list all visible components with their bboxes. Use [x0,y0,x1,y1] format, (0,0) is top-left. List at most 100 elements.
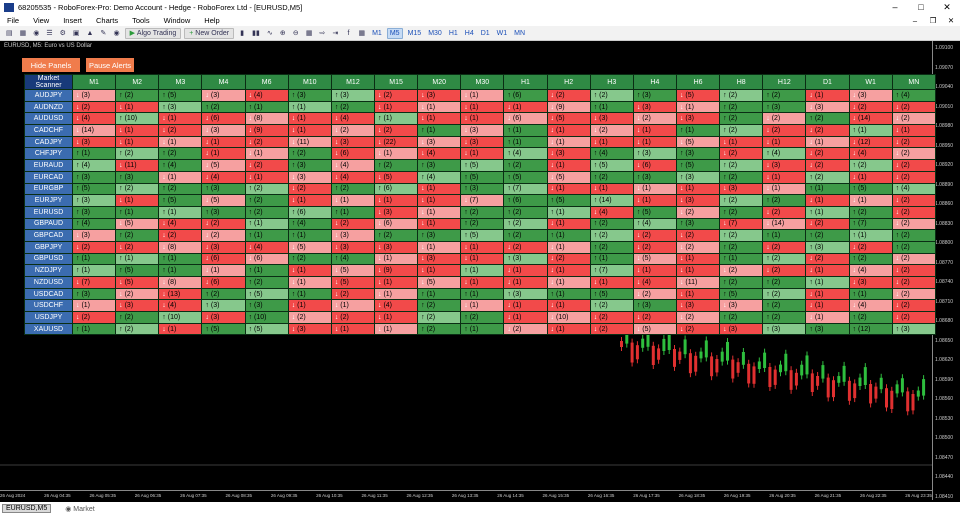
scanner-cell[interactable]: ↓ (2) [589,322,634,336]
scanner-cell[interactable]: ↓ (2) [848,240,893,254]
scanner-cell[interactable]: ↑ (12) [848,322,893,336]
scanner-cell[interactable]: ↓ (5) [675,89,721,102]
scanner-cell[interactable]: ↑ (2) [503,205,548,219]
scanner-cell[interactable]: ↑ (2) [460,217,505,231]
scanner-cell[interactable]: ↓ (22) [373,135,419,149]
scanner-cell[interactable]: ↓ (2) [330,287,375,301]
scanner-cell[interactable]: ↑ (4) [158,159,203,172]
scanner-cell[interactable]: ↓ (2) [762,112,807,126]
scanner-cell[interactable]: ↑ (4) [891,182,937,196]
scanner-pair-label[interactable]: EURUSD [24,205,73,219]
scanner-cell[interactable]: ↑ (5) [460,159,505,172]
scanner-cell[interactable]: ↓ (2) [891,147,937,161]
scanner-cell[interactable]: ↓ (1) [762,170,807,184]
grid-icon[interactable]: ▦ [304,28,315,39]
scanner-cell[interactable]: ↓ (1) [417,217,462,231]
scanner-cell[interactable]: ↑ (6) [503,89,548,102]
scanner-cell[interactable]: ↓ (5) [201,194,246,207]
scanner-cell[interactable]: ↓ (2) [762,240,807,254]
scanner-cell[interactable]: ↑ (5) [719,287,764,301]
scanner-cell[interactable]: ↑ (3) [71,170,117,184]
scanner-cell[interactable]: ↓ (1) [805,264,850,277]
scanner-cell[interactable]: ↑ (1) [244,217,289,231]
scanner-cell[interactable]: ↑ (5) [546,194,591,207]
scanner-cell[interactable]: ↓ (1) [460,252,505,266]
scanner-cell[interactable]: ↓ (1) [373,194,419,207]
scanner-cell[interactable]: ↑ (1) [71,147,117,161]
scanner-cell[interactable]: ↑ (2) [373,159,419,172]
scanner-cell[interactable]: ↓ (1) [287,299,332,313]
scanner-cell[interactable]: ↓ (1) [503,264,548,277]
scanner-cell[interactable]: ↑ (3) [201,182,246,196]
scanner-cell[interactable]: ↓ (3) [417,252,462,266]
scanner-pair-label[interactable]: EURAUD [24,159,73,172]
scanner-cell[interactable]: ↓ (2) [503,240,548,254]
scanner-cell[interactable]: ↓ (4) [244,240,289,254]
scanner-cell[interactable]: ↑ (5) [460,229,505,242]
scanner-pair-label[interactable]: XAUUSD [24,322,73,336]
scanner-cell[interactable]: ↓ (1) [417,240,462,254]
scanner-cell[interactable]: ↓ (1) [589,182,634,196]
scanner-cell[interactable]: ↓ (2) [373,124,419,137]
scanner-pair-label[interactable]: CHFJPY [24,147,73,161]
scanner-pair-label[interactable]: EURGBP [24,182,73,196]
scanner-cell[interactable]: ↑ (1) [848,229,893,242]
scanner-cell[interactable]: ↑ (1) [244,229,289,242]
scanner-cell[interactable]: ↑ (2) [115,89,160,102]
scanner-cell[interactable]: ↑ (2) [244,205,289,219]
scanner-cell[interactable]: ↑ (7) [848,217,893,231]
scanner-pair-label[interactable]: AUDUSD [24,112,73,126]
scanner-cell[interactable]: ↑ (4) [71,159,117,172]
scanner-cell[interactable]: ↑ (5) [244,322,289,336]
scanner-cell[interactable]: ↓ (2) [632,311,677,324]
zoom-in-icon[interactable]: ⊕ [278,28,288,39]
scanner-cell[interactable]: ↓ (2) [805,217,850,231]
scanner-cell[interactable]: ↑ (2) [719,205,764,219]
menu-charts[interactable]: Charts [89,16,125,25]
scanner-cell[interactable]: ↑ (5) [632,205,677,219]
scanner-cell[interactable]: ↑ (6) [373,182,419,196]
scanner-cell[interactable]: ↓ (4) [201,170,246,184]
chart-shift-icon[interactable]: ⇥ [330,28,340,39]
scanner-cell[interactable]: ↑ (3) [762,322,807,336]
scanner-cell[interactable]: ↓ (2) [632,229,677,242]
scanner-cell[interactable]: ↓ (2) [891,217,937,231]
scanner-cell[interactable]: ↓ (1) [460,147,505,161]
scanner-cell[interactable]: ↓ (1) [546,135,591,149]
scanner-cell[interactable]: ↓ (2) [201,217,246,231]
meta-editor-icon[interactable]: ✎ [98,28,108,39]
scanner-cell[interactable]: ↓ (2) [762,205,807,219]
scanner-cell[interactable]: ↓ (1) [460,100,505,114]
timeframe-h4[interactable]: H4 [463,28,476,39]
scanner-cell[interactable]: ↑ (1) [287,229,332,242]
scanner-cell[interactable]: ↓ (3) [460,124,505,137]
menu-insert[interactable]: Insert [56,16,89,25]
new-chart-icon[interactable]: ▤ [4,28,15,39]
scanner-cell[interactable]: ↓ (2) [891,112,937,126]
scanner-cell[interactable]: ↑ (2) [460,311,505,324]
scanner-cell[interactable]: ↓ (5) [115,276,160,289]
scanner-cell[interactable]: ↓ (2) [675,311,721,324]
scanner-cell[interactable]: ↓ (2) [675,322,721,336]
scanner-cell[interactable]: ↓ (3) [287,170,332,184]
chart-tab-eurusd[interactable]: EURUSD,M5 [2,504,52,513]
scanner-cell[interactable]: ↓ (1) [632,264,677,277]
market-tab[interactable]: ◉ Market [65,505,94,513]
scanner-cell[interactable]: ↑ (1) [762,229,807,242]
scanner-cell[interactable]: ↓ (4) [330,112,375,126]
scanner-cell[interactable]: ↓ (9) [373,264,419,277]
scanner-cell[interactable]: ↑ (14) [589,194,634,207]
scanner-cell[interactable]: ↑ (3) [632,147,677,161]
scanner-cell[interactable]: ↑ (5) [71,182,117,196]
scanner-cell[interactable]: ↑ (2) [201,100,246,114]
scanner-cell[interactable]: ↓ (1) [503,276,548,289]
scanner-pair-label[interactable]: AUDJPY [24,89,73,102]
scanner-cell[interactable]: ↓ (1) [546,322,591,336]
scanner-cell[interactable]: ↓ (4) [417,147,462,161]
scanner-cell[interactable]: ↑ (1) [546,287,591,301]
scanner-cell[interactable]: ↓ (1) [460,299,505,313]
scanner-cell[interactable]: ↑ (5) [158,89,203,102]
scanner-cell[interactable]: ↑ (3) [675,170,721,184]
scanner-cell[interactable]: ↑ (1) [589,252,634,266]
scanner-cell[interactable]: ↓ (3) [330,229,375,242]
